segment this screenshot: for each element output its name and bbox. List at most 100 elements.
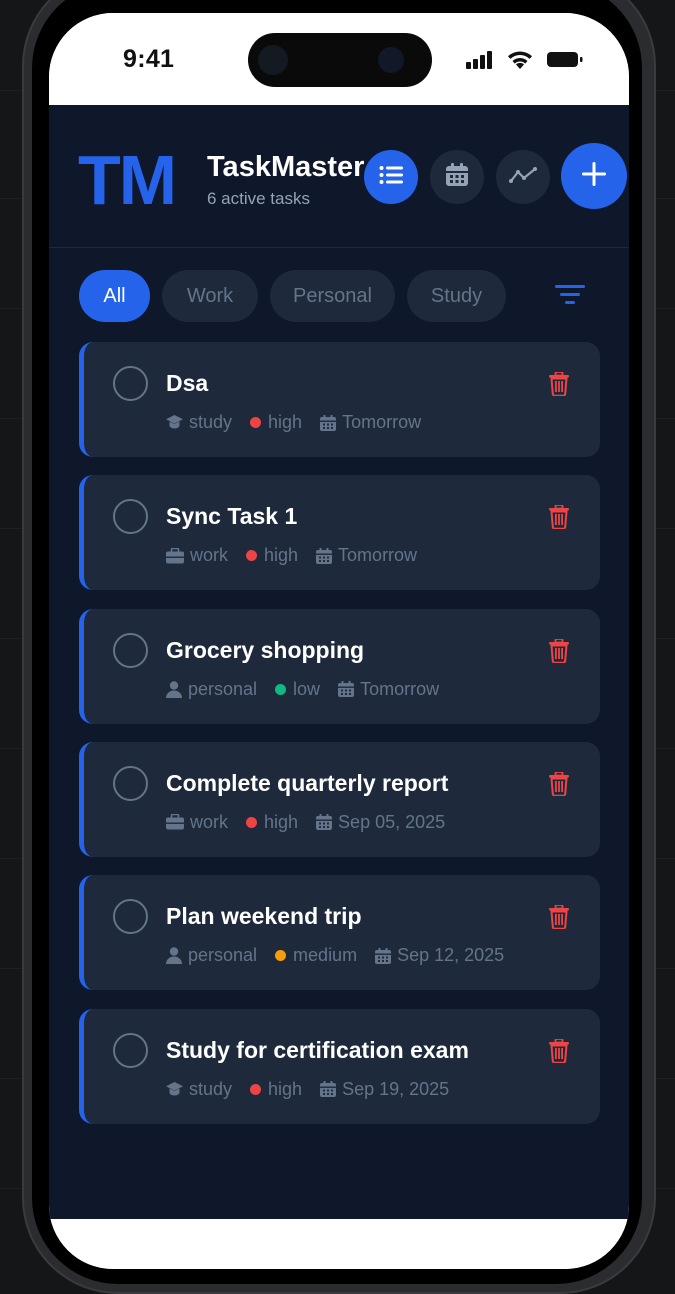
list-icon [379,165,403,190]
complete-checkbox[interactable] [113,366,148,401]
calendar-icon [375,947,392,964]
dynamic-island [248,33,432,87]
calendar-icon [316,547,333,564]
task-due-date: Tomorrow [342,412,422,432]
task-category: study [189,412,233,432]
delete-task-button[interactable] [549,1037,569,1068]
calendar-icon [320,1081,337,1097]
task-title: Dsa [166,370,209,396]
task-meta: work high Tomorrow [166,545,417,566]
filter-all[interactable]: All [79,270,150,322]
briefcase-icon [166,547,184,564]
trend-chart-icon [509,166,537,189]
filter-personal[interactable]: Personal [270,270,395,322]
task-due-date: Sep 12, 2025 [397,945,505,966]
analytics-button[interactable] [496,150,550,204]
task-title: Study for certification exam [166,1036,469,1063]
task-card[interactable]: Sync Task 1 work high Tomorrow [79,475,600,591]
task-category: personal [188,945,258,966]
user-icon [166,947,182,965]
user-icon [166,680,182,698]
task-title: Plan weekend trip [166,903,362,930]
status-bar: 9:41 [49,13,629,105]
priority-dot [250,1083,262,1095]
task-card[interactable]: Grocery shopping personal low Tomorrow [79,608,600,724]
graduation-cap-icon [166,1081,183,1097]
active-task-count: 6 active tasks [207,189,310,208]
priority-dot [275,950,287,962]
task-due-date: Sep 05, 2025 [338,811,446,832]
home-indicator-area [49,1219,629,1269]
status-time: 9:41 [123,45,175,73]
list-view-button[interactable] [364,150,418,204]
trash-icon [549,904,569,933]
trash-icon [549,637,569,667]
priority-dot [246,816,258,828]
filter-button[interactable] [555,285,585,310]
task-category: work [190,545,229,566]
plus-icon [581,161,607,192]
complete-checkbox[interactable] [113,899,148,935]
app-content: TM TaskMaster 6 active tasks All Work Pe… [49,105,629,1219]
task-meta: personal low Tomorrow [166,679,439,700]
task-meta: study high Sep 19, 2025 [166,1079,449,1100]
sensor [378,47,404,73]
complete-checkbox[interactable] [113,765,148,801]
task-priority: medium [293,945,358,966]
trash-icon [549,770,569,800]
delete-task-button[interactable] [549,904,569,934]
filter-work[interactable]: Work [162,270,258,322]
app-title: TaskMaster [207,151,365,183]
camera-lens [258,45,288,75]
trash-icon [549,1037,569,1067]
priority-dot [275,683,287,695]
task-title: Complete quarterly report [166,769,449,796]
complete-checkbox[interactable] [113,1032,148,1068]
delete-task-button[interactable] [549,504,569,534]
wifi-icon [507,50,533,74]
priority-dot [250,417,262,428]
task-category: personal [188,678,258,699]
battery-icon [547,51,583,73]
task-due-date: Tomorrow [360,678,440,699]
calendar-icon [316,814,333,831]
task-priority: high [264,545,299,566]
task-title: Grocery shopping [166,636,365,663]
task-card[interactable]: Complete quarterly report work high Sep 05,… [79,741,600,857]
app-logo: TM [78,141,177,219]
calendar-icon [338,681,355,698]
signal-icon [466,50,493,74]
priority-dot [246,550,258,562]
task-priority: low [293,678,321,699]
delete-task-button[interactable] [549,770,569,801]
briefcase-icon [166,814,184,830]
complete-checkbox[interactable] [113,632,148,668]
task-category: study [189,1078,233,1099]
filter-study[interactable]: Study [407,270,506,322]
delete-task-button[interactable] [549,371,569,401]
task-card[interactable]: Study for certification exam study high Sep… [79,1008,600,1124]
task-meta: study high Tomorrow [166,412,421,433]
filter-icon [555,285,585,309]
trash-icon [549,371,569,400]
calendar-view-button[interactable] [430,150,484,204]
calendar-icon [320,414,337,431]
task-card[interactable]: Dsa study high Tomorrow [79,342,600,457]
task-meta: work high Sep 05, 2025 [166,812,445,833]
status-icons [466,50,583,74]
task-meta: personal medium Sep 12, 2025 [166,945,504,966]
task-priority: high [268,412,303,432]
task-title: Sync Task 1 [166,503,298,530]
task-card[interactable]: Plan weekend trip personal medium Sep 12, 2… [79,875,600,991]
task-category: work [190,811,229,832]
task-due-date: Tomorrow [338,545,418,566]
add-task-button[interactable] [561,143,627,209]
delete-task-button[interactable] [549,637,569,668]
task-priority: high [268,1078,303,1099]
trash-icon [549,504,569,533]
calendar-icon [445,162,469,192]
complete-checkbox[interactable] [113,499,148,535]
graduation-cap-icon [166,415,183,430]
category-filters: All Work Personal Study [79,270,506,322]
task-due-date: Sep 19, 2025 [342,1078,450,1099]
